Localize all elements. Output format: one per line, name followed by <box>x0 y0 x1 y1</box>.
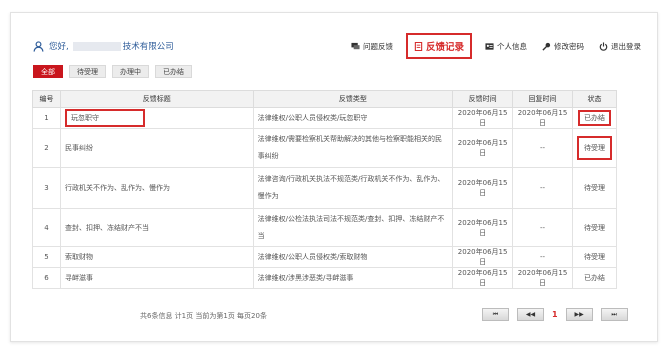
user-greeting: 您好, 技术有限公司 <box>33 40 174 52</box>
nav-feedback-records[interactable]: 反馈记录 <box>405 33 472 59</box>
cell-type: 法律维权/涉黑涉恶类/寻衅滋事 <box>252 267 454 289</box>
chat-icon <box>351 42 360 49</box>
cell-time: 2020年06月15日 <box>452 267 514 289</box>
next-page-button[interactable]: ▶▶ <box>565 308 593 321</box>
cell-no: 3 <box>32 167 61 209</box>
header-reply-time: 回复时间 <box>512 90 573 108</box>
cell-title[interactable]: 寻衅滋事 <box>59 267 254 289</box>
nav-profile[interactable]: 个人信息 <box>483 35 529 57</box>
cell-reply-time: -- <box>512 246 573 268</box>
cell-time: 2020年06月15日 <box>452 246 514 268</box>
cell-title[interactable]: 民事纠纷 <box>59 128 254 168</box>
table-row[interactable]: 3 行政机关不作为、乱作为、慢作为 法律咨询/行政机关执法不规范类/行政机关不作… <box>32 167 618 209</box>
cell-reply-time: 2020年06月15日 <box>512 267 573 289</box>
top-nav: 问题反馈 反馈记录 个人信息 修改密码 退出登录 <box>349 33 643 59</box>
cell-status: 待受理 <box>571 128 618 168</box>
redacted-company-name <box>72 41 121 51</box>
cell-type: 法律维权/公检法执法司法不规范类/查封、扣押、冻结财产不当 <box>252 208 454 247</box>
cell-no: 4 <box>32 208 61 247</box>
power-icon <box>599 41 608 51</box>
nav-profile-label: 个人信息 <box>497 41 527 51</box>
cell-no: 6 <box>32 267 61 289</box>
cell-status: 待受理 <box>571 167 618 209</box>
current-page-number[interactable]: 1 <box>552 310 558 319</box>
first-page-button[interactable]: ⏮ <box>482 308 509 321</box>
table-row[interactable]: 6 寻衅滋事 法律维权/涉黑涉恶类/寻衅滋事 2020年06月15日 2020年… <box>32 267 618 289</box>
header-status: 状态 <box>571 90 618 108</box>
nav-feedback-label: 问题反馈 <box>362 41 393 51</box>
cell-status: 已办结 <box>571 267 618 289</box>
cell-reply-time: 2020年06月15日 <box>512 107 573 129</box>
table-row[interactable]: 5 索取财物 法律维权/公职人员侵权类/索取财物 2020年06月15日 -- … <box>32 246 618 268</box>
cell-title[interactable]: 玩忽职守 <box>59 107 254 129</box>
cell-no: 1 <box>32 107 61 129</box>
header-title: 反馈标题 <box>59 90 254 108</box>
status-filter-tabs: 全部 待受理 办理中 已办结 <box>33 65 192 78</box>
cell-type: 法律咨询/行政机关执法不规范类/行政机关不作为、乱作为、慢作为 <box>252 167 454 209</box>
header-no: 编号 <box>32 90 61 108</box>
cell-reply-time: -- <box>512 128 573 168</box>
cell-time: 2020年06月15日 <box>452 107 514 129</box>
table-row[interactable]: 4 查封、扣押、冻结财产不当 法律维权/公检法执法司法不规范类/查封、扣押、冻结… <box>32 208 618 247</box>
key-icon <box>542 42 551 51</box>
cell-type: 法律维权/公职人员侵权类/玩忽职守 <box>252 107 454 129</box>
feedback-records-panel: 您好, 技术有限公司 问题反馈 反馈记录 个人信息 修改密码 退出登录 全部 待… <box>10 12 658 342</box>
cell-type: 法律维权/需要检察机关帮助解决的其他与检察职能相关的民事纠纷 <box>252 128 454 168</box>
user-icon <box>33 40 44 52</box>
filter-all[interactable]: 全部 <box>33 65 63 78</box>
cell-title[interactable]: 索取财物 <box>59 246 254 268</box>
feedback-table: 编号 反馈标题 反馈类型 反馈时间 回复时间 状态 1 玩忽职守 法律维权/公职… <box>32 90 618 289</box>
id-card-icon <box>485 42 494 50</box>
cell-no: 2 <box>32 128 61 168</box>
nav-change-password[interactable]: 修改密码 <box>540 35 586 57</box>
cell-title[interactable]: 行政机关不作为、乱作为、慢作为 <box>59 167 254 209</box>
status-highlight: 已办结 <box>577 110 611 126</box>
nav-feedback-records-label: 反馈记录 <box>425 42 464 53</box>
pagination-summary: 共6条信息 计1页 当前为第1页 每页20条 <box>140 312 267 320</box>
cell-reply-time: -- <box>512 208 573 247</box>
cell-reply-time: -- <box>512 167 573 209</box>
nav-feedback[interactable]: 问题反馈 <box>349 35 395 57</box>
filter-in-progress[interactable]: 办理中 <box>112 65 149 78</box>
pagination: ⏮ ◀◀ 1 ▶▶ ⏭ <box>482 308 628 321</box>
nav-logout-label: 退出登录 <box>611 41 641 51</box>
document-icon <box>414 41 423 51</box>
status-highlight: 待受理 <box>576 136 612 160</box>
header: 您好, 技术有限公司 问题反馈 反馈记录 个人信息 修改密码 退出登录 <box>11 13 659 71</box>
nav-change-password-label: 修改密码 <box>554 41 584 51</box>
cell-type: 法律维权/公职人员侵权类/索取财物 <box>252 246 454 268</box>
prev-page-button[interactable]: ◀◀ <box>517 308 544 321</box>
filter-completed[interactable]: 已办结 <box>155 65 192 78</box>
cell-status: 待受理 <box>571 208 618 247</box>
nav-logout[interactable]: 退出登录 <box>597 35 643 57</box>
header-type: 反馈类型 <box>252 90 454 108</box>
table-row[interactable]: 2 民事纠纷 法律维权/需要检察机关帮助解决的其他与检察职能相关的民事纠纷 20… <box>32 128 618 168</box>
company-suffix: 技术有限公司 <box>122 42 174 52</box>
last-page-button[interactable]: ⏭ <box>600 308 628 321</box>
table-row[interactable]: 1 玩忽职守 法律维权/公职人员侵权类/玩忽职守 2020年06月15日 202… <box>32 107 618 129</box>
cell-time: 2020年06月15日 <box>452 208 514 247</box>
greeting-text: 您好, <box>49 42 69 52</box>
title-highlight[interactable]: 玩忽职守 <box>64 109 145 127</box>
filter-pending[interactable]: 待受理 <box>69 65 106 78</box>
cell-status: 待受理 <box>571 246 618 268</box>
cell-title[interactable]: 查封、扣押、冻结财产不当 <box>59 208 254 247</box>
cell-time: 2020年06月15日 <box>452 167 514 209</box>
cell-time: 2020年06月15日 <box>452 128 514 168</box>
table-header-row: 编号 反馈标题 反馈类型 反馈时间 回复时间 状态 <box>32 90 618 108</box>
cell-status: 已办结 <box>571 107 618 129</box>
cell-no: 5 <box>32 246 61 268</box>
header-time: 反馈时间 <box>452 90 514 108</box>
